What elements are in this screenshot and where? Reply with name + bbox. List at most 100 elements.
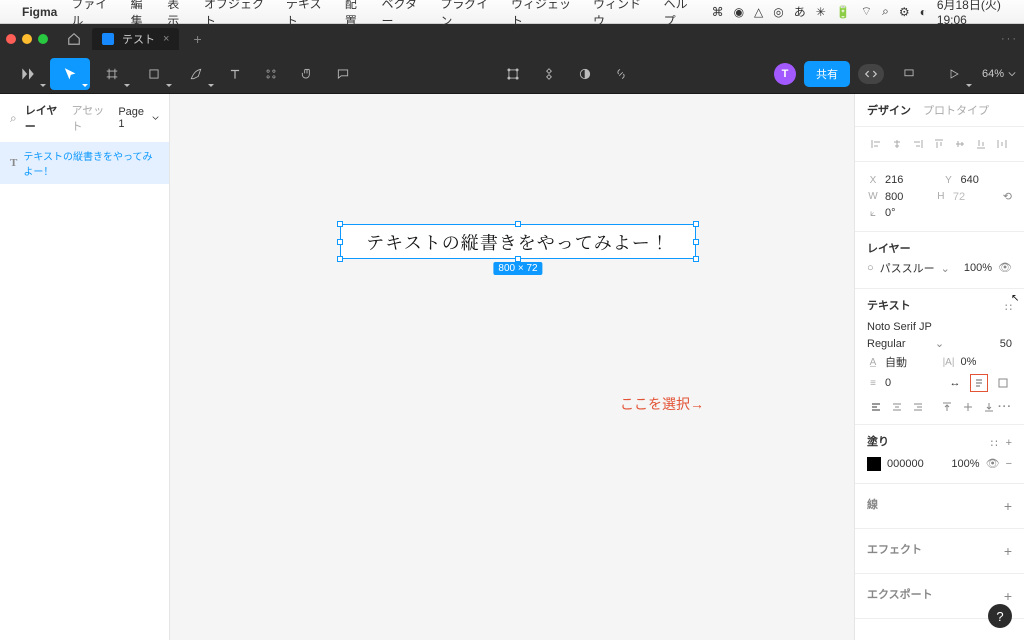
menu-arrange[interactable]: 配置 bbox=[345, 0, 368, 29]
status-figma-icon[interactable]: ⌘ bbox=[712, 5, 724, 19]
fill-hex[interactable]: 000000 bbox=[887, 458, 924, 470]
align-right-icon[interactable] bbox=[909, 135, 927, 153]
component-tool[interactable] bbox=[532, 58, 566, 90]
line-height[interactable]: 自動 bbox=[885, 354, 937, 370]
resize-handle[interactable] bbox=[337, 256, 343, 262]
home-button[interactable] bbox=[60, 28, 88, 50]
assets-tab[interactable]: アセット bbox=[71, 102, 110, 134]
align-hcenter-icon[interactable] bbox=[888, 135, 906, 153]
blend-mode[interactable]: パススルー bbox=[880, 260, 935, 276]
layer-opacity[interactable]: 100% bbox=[964, 262, 992, 274]
resize-handle[interactable] bbox=[693, 256, 699, 262]
add-effect-icon[interactable]: + bbox=[1004, 543, 1012, 559]
add-export-icon[interactable]: + bbox=[1004, 588, 1012, 604]
constrain-icon[interactable]: ⟲ bbox=[1003, 190, 1012, 203]
zoom-control[interactable]: 64% bbox=[982, 68, 1016, 80]
menu-widget[interactable]: ウィジェット bbox=[511, 0, 579, 29]
auto-height-icon[interactable] bbox=[970, 374, 988, 392]
mask-tool[interactable] bbox=[568, 58, 602, 90]
selected-text-object[interactable]: テキストの縦書きをやってみよー！ 800 × 72 bbox=[340, 224, 696, 259]
remove-fill-icon[interactable]: − bbox=[1006, 458, 1012, 470]
text-align-left-icon[interactable] bbox=[867, 398, 885, 416]
move-tool[interactable] bbox=[50, 58, 90, 90]
design-tab[interactable]: デザイン bbox=[867, 102, 911, 118]
add-stroke-icon[interactable]: + bbox=[1004, 498, 1012, 514]
prototype-tab[interactable]: プロトタイプ bbox=[923, 102, 989, 118]
resize-handle[interactable] bbox=[693, 221, 699, 227]
share-button[interactable]: 共有 bbox=[804, 61, 850, 87]
document-tab[interactable]: テスト × bbox=[92, 28, 179, 50]
link-tool[interactable] bbox=[604, 58, 638, 90]
x-value[interactable]: 216 bbox=[885, 174, 937, 186]
play-button[interactable] bbox=[934, 58, 974, 90]
overflow-menu-button[interactable]: ··· bbox=[1001, 33, 1018, 45]
menu-text[interactable]: テキスト bbox=[286, 0, 331, 29]
w-value[interactable]: 800 bbox=[885, 191, 929, 203]
battery-icon[interactable]: 🔋 bbox=[836, 5, 851, 19]
font-family[interactable]: Noto Serif JP bbox=[867, 321, 932, 333]
shape-tool[interactable] bbox=[134, 58, 174, 90]
add-fill-icon[interactable]: + bbox=[1006, 437, 1012, 450]
resources-tool[interactable] bbox=[254, 58, 288, 90]
text-tool[interactable] bbox=[218, 58, 252, 90]
letter-spacing[interactable]: 0% bbox=[961, 356, 1013, 368]
align-bottom-icon[interactable] bbox=[972, 135, 990, 153]
comment-tool[interactable] bbox=[326, 58, 360, 90]
menu-vector[interactable]: ベクター bbox=[382, 0, 427, 29]
minimize-window-icon[interactable] bbox=[22, 34, 32, 44]
close-window-icon[interactable] bbox=[6, 34, 16, 44]
fill-opacity[interactable]: 100% bbox=[951, 458, 979, 470]
main-menu-button[interactable] bbox=[8, 58, 48, 90]
align-vcenter-icon[interactable] bbox=[951, 135, 969, 153]
align-left-icon[interactable] bbox=[867, 135, 885, 153]
rotation-value[interactable]: 0° bbox=[885, 207, 896, 219]
maximize-window-icon[interactable] bbox=[38, 34, 48, 44]
visibility-icon[interactable]: 👁 bbox=[998, 261, 1012, 275]
menu-object[interactable]: オブジェクト bbox=[204, 0, 272, 29]
y-value[interactable]: 640 bbox=[961, 174, 1013, 186]
text-align-bottom-icon[interactable] bbox=[980, 398, 998, 416]
text-align-top-icon[interactable] bbox=[938, 398, 956, 416]
menu-edit[interactable]: 編集 bbox=[131, 0, 154, 29]
menu-view[interactable]: 表示 bbox=[167, 0, 190, 29]
fill-visibility-icon[interactable]: 👁 bbox=[986, 457, 1000, 471]
search-icon[interactable]: ⌕ bbox=[10, 111, 17, 126]
new-tab-button[interactable]: + bbox=[183, 31, 211, 47]
app-menu[interactable]: Figma bbox=[22, 5, 57, 19]
text-align-right-icon[interactable] bbox=[909, 398, 927, 416]
menu-help[interactable]: ヘルプ bbox=[664, 0, 698, 29]
paragraph-spacing[interactable]: 0 bbox=[885, 377, 940, 389]
distribute-icon[interactable] bbox=[993, 135, 1011, 153]
pen-tool[interactable] bbox=[176, 58, 216, 90]
clock[interactable]: 6月18日(火) 19:06 bbox=[937, 0, 1016, 27]
search-icon[interactable]: ⌕ bbox=[882, 4, 889, 19]
resize-handle[interactable] bbox=[337, 221, 343, 227]
layers-tab[interactable]: レイヤー bbox=[25, 102, 64, 134]
font-weight[interactable]: Regular bbox=[867, 338, 929, 350]
font-size[interactable]: 50 bbox=[950, 338, 1012, 350]
control-center-icon[interactable]: ⚙︎ bbox=[899, 5, 910, 19]
help-button[interactable]: ? bbox=[988, 604, 1012, 628]
status-line-icon[interactable]: ◉ bbox=[734, 5, 744, 19]
h-value[interactable]: 72 bbox=[953, 191, 997, 203]
text-more-options[interactable]: ··· bbox=[998, 401, 1012, 413]
dev-mode-toggle[interactable] bbox=[858, 64, 884, 84]
tab-close-icon[interactable]: × bbox=[163, 33, 169, 45]
hand-tool[interactable] bbox=[290, 58, 324, 90]
styles-icon[interactable]: ∷ bbox=[991, 437, 998, 450]
resize-handle[interactable] bbox=[515, 221, 521, 227]
menu-file[interactable]: ファイル bbox=[71, 0, 116, 29]
auto-width-icon[interactable]: ↔ bbox=[946, 374, 964, 392]
fill-swatch[interactable] bbox=[867, 457, 881, 471]
resize-handle[interactable] bbox=[693, 239, 699, 245]
canvas[interactable]: テキストの縦書きをやってみよー！ 800 × 72 ここを選択→ bbox=[170, 94, 854, 640]
wifi-icon[interactable]: ⌔ bbox=[861, 4, 872, 19]
status-triangle-icon[interactable]: △ bbox=[754, 5, 763, 19]
menu-window[interactable]: ウィンドウ bbox=[593, 0, 650, 29]
menu-plugins[interactable]: プラグイン bbox=[440, 0, 497, 29]
text-align-center-icon[interactable] bbox=[888, 398, 906, 416]
page-selector[interactable]: Page 1 bbox=[118, 106, 159, 130]
siri-icon[interactable]: ◐ bbox=[920, 5, 927, 19]
ime-indicator[interactable]: あ bbox=[794, 3, 806, 20]
present-overview-button[interactable] bbox=[892, 58, 926, 90]
